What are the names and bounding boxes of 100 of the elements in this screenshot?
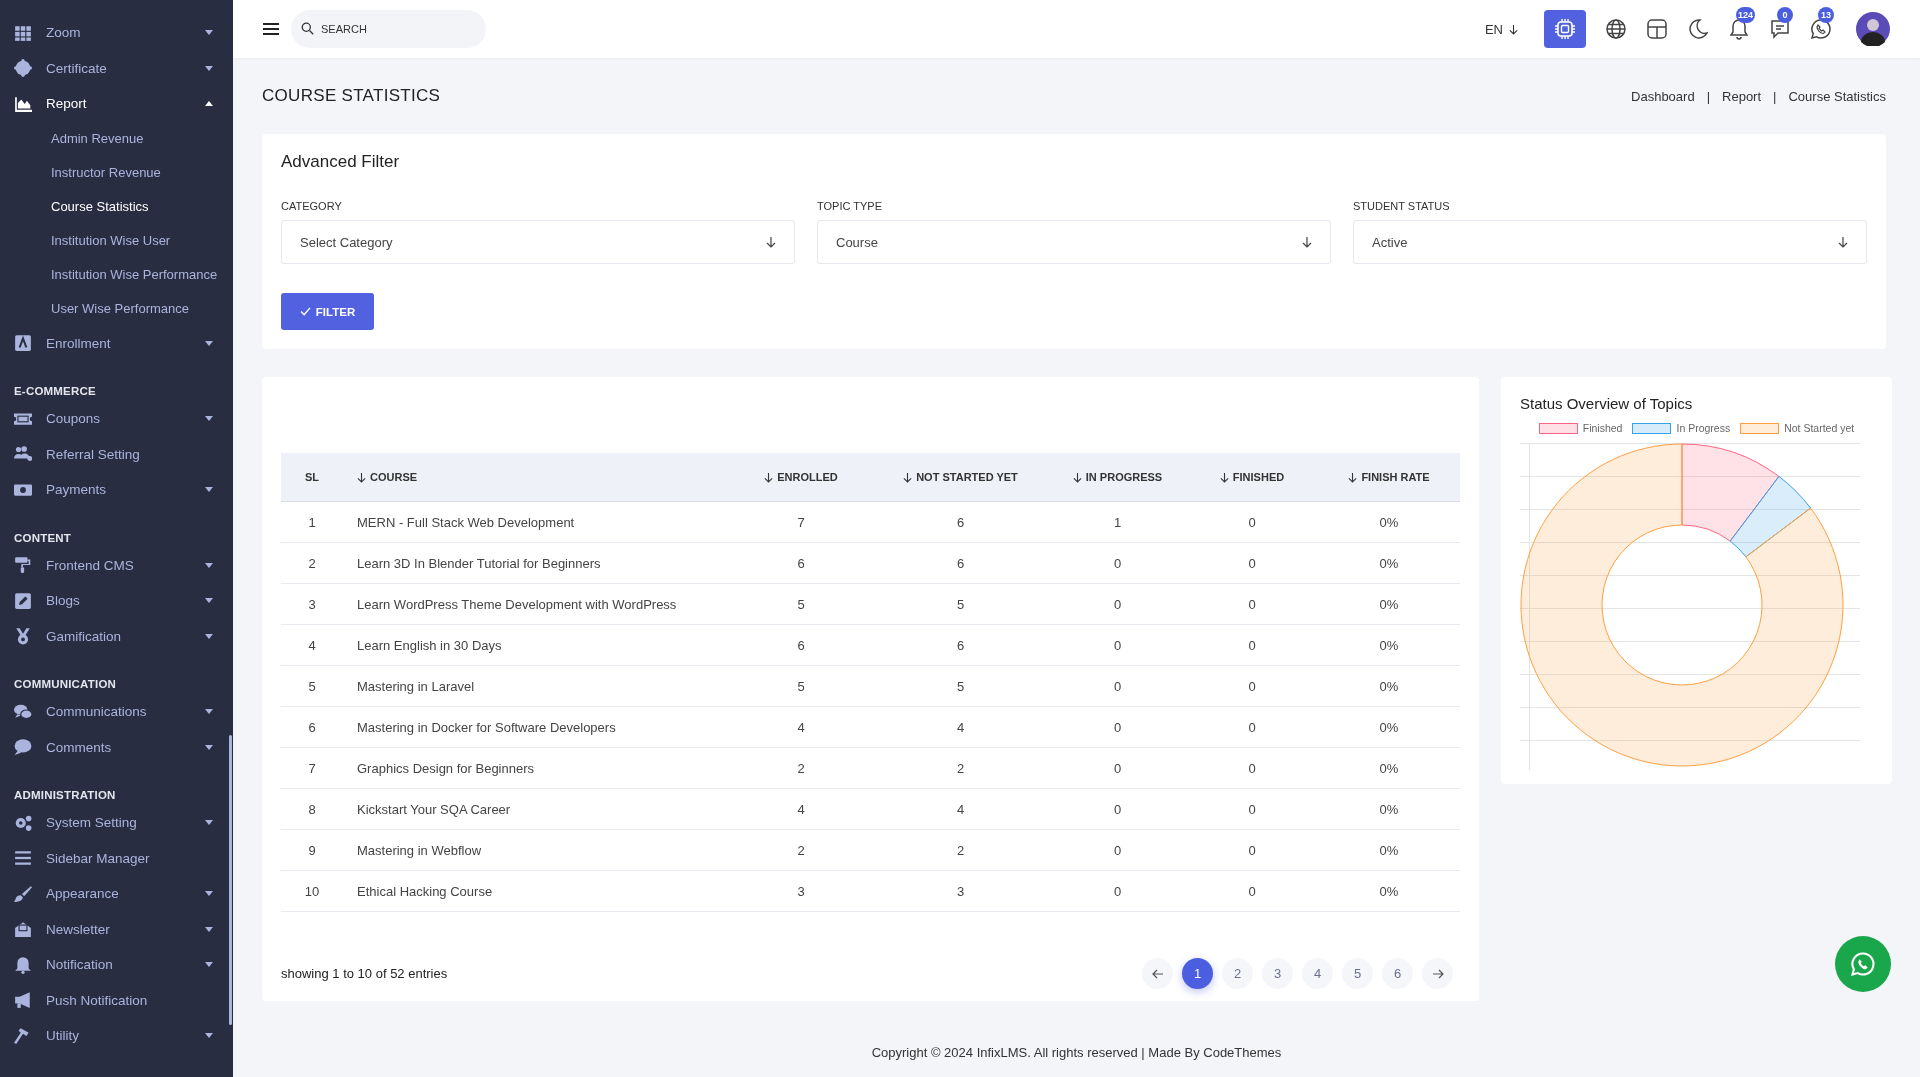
sidebar-item[interactable]: Sidebar Manager xyxy=(0,840,227,876)
globe-icon[interactable] xyxy=(1604,17,1628,41)
table-cell: 0 xyxy=(1049,788,1186,830)
bell-icon[interactable] xyxy=(1727,17,1751,41)
breadcrumb-link[interactable]: Course Statistics xyxy=(1788,88,1886,104)
submenu-item[interactable]: Admin Revenue xyxy=(0,121,233,156)
section-heading: E-COMMERCE xyxy=(13,384,97,399)
table-cell: 2 xyxy=(730,747,872,789)
breadcrumb-link[interactable]: Dashboard xyxy=(1631,88,1695,104)
select-field[interactable]: Course xyxy=(817,220,1331,264)
sidebar-item[interactable]: Appearance xyxy=(0,876,227,912)
search-field[interactable]: SEARCH xyxy=(291,10,486,48)
chip-button[interactable] xyxy=(1544,10,1586,48)
select-field[interactable]: Select Category xyxy=(281,220,795,264)
chart-icon xyxy=(14,94,32,113)
table-cell: 0 xyxy=(1186,501,1318,543)
sort-arrow-icon xyxy=(764,472,774,483)
page-button[interactable]: 2 xyxy=(1222,958,1253,989)
column-header[interactable]: FINISH RATE xyxy=(1318,453,1460,502)
page-button[interactable]: 1 xyxy=(1182,958,1213,989)
column-header[interactable]: COURSE xyxy=(343,453,730,502)
phone-chat-icon[interactable] xyxy=(1809,17,1833,41)
layout-icon[interactable] xyxy=(1645,17,1669,41)
table-cell: 2 xyxy=(730,829,872,871)
arrow-down-icon xyxy=(1302,236,1312,248)
table-cell: Ethical Hacking Course xyxy=(343,870,730,912)
table-cell: 6 xyxy=(730,542,872,584)
sidebar-item[interactable]: Comments xyxy=(0,729,227,765)
sidebar-item[interactable]: Newsletter xyxy=(0,911,227,947)
sidebar-item[interactable]: Coupons xyxy=(0,401,227,437)
column-header[interactable]: FINISHED xyxy=(1186,453,1318,502)
table-cell: 0 xyxy=(1049,583,1186,625)
submenu-item[interactable]: Course Statistics xyxy=(0,189,233,224)
table-cell: 4 xyxy=(281,624,343,666)
sidebar-item[interactable]: Frontend CMS xyxy=(0,547,227,583)
sidebar-item[interactable]: Certificate xyxy=(0,50,227,86)
table-cell: 1 xyxy=(281,501,343,543)
table-cell: 0% xyxy=(1318,665,1460,707)
entries-info: showing 1 to 10 of 52 entries xyxy=(281,966,448,981)
table-cell: 0 xyxy=(1049,706,1186,748)
moon-icon[interactable] xyxy=(1686,17,1710,41)
field-label: STUDENT STATUS xyxy=(1353,200,1451,212)
whatsapp-button[interactable] xyxy=(1835,936,1891,992)
table-cell: 0 xyxy=(1186,747,1318,789)
breadcrumb-separator: | xyxy=(1706,88,1711,104)
sidebar-item[interactable]: Utility xyxy=(0,1018,227,1054)
submenu-item[interactable]: Instructor Revenue xyxy=(0,155,233,190)
page-button[interactable]: 4 xyxy=(1302,958,1333,989)
bell-icon xyxy=(14,955,32,974)
table-cell: Mastering in Docker for Software Developers xyxy=(343,706,730,748)
message-icon[interactable] xyxy=(1768,17,1792,41)
arrow-right-icon xyxy=(1431,968,1444,979)
table-cell: 0 xyxy=(1186,542,1318,584)
sidebar-item[interactable]: System Setting xyxy=(0,805,227,841)
column-header[interactable]: NOT STARTED YET xyxy=(872,453,1049,502)
page-title: COURSE STATISTICS xyxy=(262,86,441,106)
column-header[interactable]: IN PROGRESS xyxy=(1049,453,1186,502)
sidebar-item[interactable]: Zoom xyxy=(0,15,227,51)
page-button[interactable]: 3 xyxy=(1262,958,1293,989)
chart-title: Status Overview of Topics xyxy=(1520,395,1694,412)
sidebar-item[interactable]: Payments xyxy=(0,472,227,508)
column-header[interactable]: ENROLLED xyxy=(730,453,872,502)
submenu-item[interactable]: User Wise Performance xyxy=(0,291,233,326)
notification-count: 124 xyxy=(1736,7,1756,23)
avatar[interactable] xyxy=(1856,12,1890,46)
table-cell: 4 xyxy=(730,788,872,830)
table-cell: 6 xyxy=(872,501,1049,543)
table-cell: Kickstart Your SQA Career xyxy=(343,788,730,830)
sort-arrow-icon xyxy=(1072,472,1082,483)
sidebar-item[interactable]: Enrollment xyxy=(0,325,227,361)
sidebar-item[interactable]: Gamification xyxy=(0,618,227,654)
sidebar-item[interactable]: Referral Setting xyxy=(0,436,227,472)
table-cell: 9 xyxy=(281,829,343,871)
table-cell: 0% xyxy=(1318,583,1460,625)
sidebar-item[interactable]: Push Notification xyxy=(0,982,227,1018)
filter-button[interactable]: FILTER xyxy=(281,293,374,330)
submenu-item[interactable]: Institution Wise User xyxy=(0,223,233,258)
breadcrumb-link[interactable]: Report xyxy=(1722,88,1762,104)
sort-arrow-icon xyxy=(1348,472,1358,483)
page-button[interactable]: 5 xyxy=(1342,958,1373,989)
table-cell: 0% xyxy=(1318,501,1460,543)
page-button[interactable]: 6 xyxy=(1382,958,1413,989)
table-cell: 0 xyxy=(1186,870,1318,912)
chat-count: 13 xyxy=(1818,7,1834,23)
scrollbar-thumb[interactable] xyxy=(229,735,232,1025)
menu-icon[interactable] xyxy=(263,22,279,36)
legend-label: Not Started yet xyxy=(1784,422,1855,434)
select-field[interactable]: Active xyxy=(1353,220,1867,264)
section-heading: CONTENT xyxy=(13,530,72,546)
sort-arrow-icon xyxy=(1219,472,1229,483)
sidebar-item[interactable]: Report xyxy=(0,86,227,122)
table-cell: 4 xyxy=(872,706,1049,748)
table-cell: 5 xyxy=(730,665,872,707)
submenu-item[interactable]: Institution Wise Performance xyxy=(0,257,233,292)
sidebar-item[interactable]: Blogs xyxy=(0,583,227,619)
column-header[interactable]: SL xyxy=(281,453,343,502)
sidebar-item[interactable]: Notification xyxy=(0,947,227,983)
sidebar-item[interactable]: Communications xyxy=(0,694,227,730)
field-label: CATEGORY xyxy=(281,200,343,212)
language-selector[interactable]: EN xyxy=(1484,21,1518,37)
